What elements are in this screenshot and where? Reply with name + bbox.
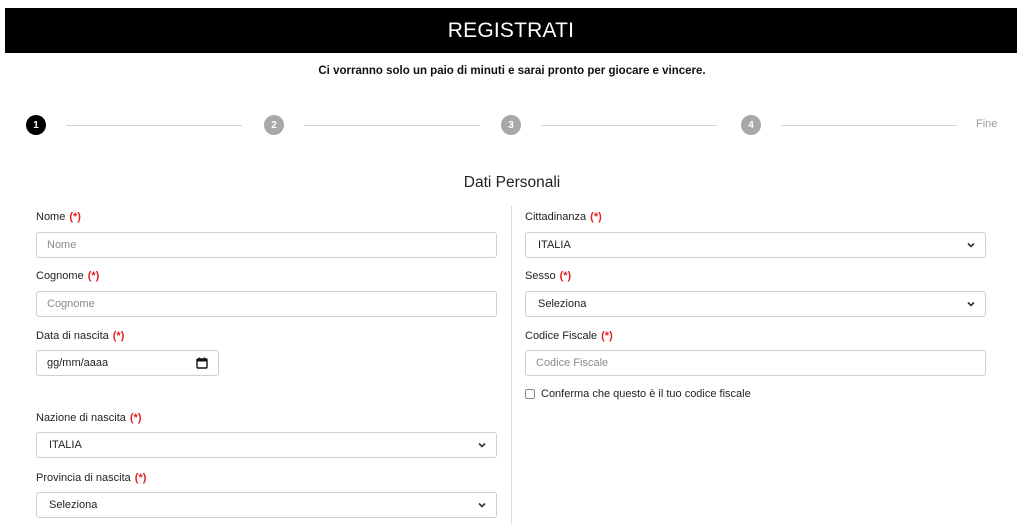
- step-connector: [304, 125, 480, 126]
- cittadinanza-value: ITALIA: [538, 239, 571, 251]
- conferma-label: Conferma che questo è il tuo codice fisc…: [541, 388, 751, 400]
- nazione-nascita-select[interactable]: ITALIA: [36, 432, 497, 458]
- calendar-icon[interactable]: [196, 357, 208, 369]
- nazione-nascita-value: ITALIA: [49, 439, 82, 451]
- step-3: 3: [501, 115, 521, 135]
- chevron-down-icon: [478, 502, 486, 508]
- conferma-codice-fiscale[interactable]: Conferma che questo è il tuo codice fisc…: [525, 388, 751, 400]
- required-marker: (*): [129, 412, 142, 424]
- required-marker: (*): [590, 211, 602, 223]
- required-marker: (*): [69, 211, 81, 223]
- cittadinanza-label: Cittadinanza (*): [525, 211, 602, 223]
- step-connector: [66, 125, 242, 126]
- sesso-select[interactable]: Seleziona: [525, 291, 986, 317]
- nome-label: Nome (*): [36, 211, 81, 223]
- conferma-checkbox[interactable]: [525, 389, 535, 399]
- section-title: Dati Personali: [463, 174, 561, 191]
- page-header: REGISTRATI: [5, 8, 1017, 53]
- required-marker: (*): [87, 270, 100, 282]
- nazione-nascita-label: Nazione di nascita (*): [36, 412, 142, 424]
- nome-input[interactable]: [36, 232, 497, 258]
- provincia-nascita-select[interactable]: Seleziona: [36, 492, 497, 518]
- codice-fiscale-label-text: Codice Fiscale: [525, 330, 598, 342]
- required-marker: (*): [559, 270, 572, 282]
- data-nascita-label: Data di nascita (*): [36, 330, 124, 342]
- provincia-nascita-value: Seleziona: [49, 499, 98, 511]
- required-marker: (*): [134, 472, 147, 484]
- step-2: 2: [264, 115, 284, 135]
- cittadinanza-select[interactable]: ITALIA: [525, 232, 986, 258]
- provincia-nascita-label-text: Provincia di nascita: [36, 472, 131, 484]
- nazione-nascita-label-text: Nazione di nascita: [36, 412, 126, 424]
- sesso-value: Seleziona: [538, 298, 587, 310]
- chevron-down-icon: [478, 442, 486, 448]
- required-marker: (*): [112, 330, 125, 342]
- sesso-label-text: Sesso: [525, 270, 556, 282]
- provincia-nascita-label: Provincia di nascita (*): [36, 472, 146, 484]
- cognome-label-text: Cognome: [36, 270, 84, 282]
- header-title: REGISTRATI: [447, 18, 575, 42]
- codice-fiscale-input[interactable]: [525, 350, 986, 376]
- required-marker: (*): [601, 330, 613, 342]
- nome-label-text: Nome: [36, 211, 66, 223]
- progress-stepper: 1 2 3 4 Fine: [0, 114, 1024, 138]
- step-1: 1: [26, 115, 46, 135]
- codice-fiscale-label: Codice Fiscale (*): [525, 330, 613, 342]
- cognome-input[interactable]: [36, 291, 497, 317]
- step-connector: [541, 125, 717, 126]
- birth-date-value: gg/mm/aaaa: [47, 357, 109, 369]
- column-divider: [511, 206, 512, 524]
- sesso-label: Sesso (*): [525, 270, 571, 282]
- step-end-label: Fine: [976, 118, 998, 130]
- chevron-down-icon: [967, 242, 975, 248]
- step-4: 4: [741, 115, 761, 135]
- birth-date-input[interactable]: gg/mm/aaaa: [36, 350, 219, 376]
- cognome-label: Cognome (*): [36, 270, 99, 282]
- chevron-down-icon: [967, 301, 975, 307]
- data-nascita-label-text: Data di nascita: [36, 330, 109, 342]
- cittadinanza-label-text: Cittadinanza: [525, 211, 587, 223]
- subtitle: Ci vorranno solo un paio di minuti e sar…: [318, 65, 706, 77]
- step-connector: [781, 125, 957, 126]
